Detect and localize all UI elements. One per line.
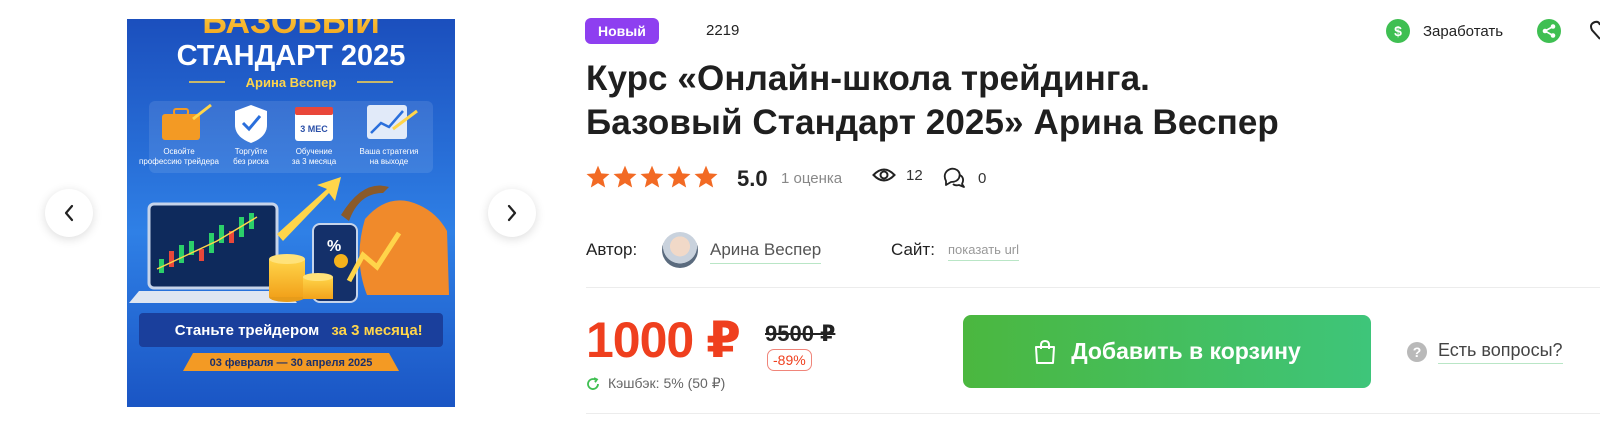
old-price: 9500 ₽ — [765, 321, 836, 346]
rating-count[interactable]: 1 оценка — [781, 170, 842, 187]
svg-text:Ваша стратегия: Ваша стратегия — [359, 147, 418, 156]
add-to-cart-label: Добавить в корзину — [1071, 338, 1301, 364]
author-label: Автор: — [586, 240, 638, 259]
add-to-cart-button[interactable]: Добавить в корзину — [963, 315, 1371, 388]
current-price: 1000 ₽ — [586, 312, 741, 368]
star-icon — [667, 165, 691, 188]
divider-bottom — [586, 413, 1600, 414]
site-label: Сайт: — [891, 240, 935, 259]
course-cover-image[interactable]: БАЗОВЫЙ СТАНДАРТ 2025 Арина Веспер 3 МЕС — [127, 19, 455, 407]
author-link[interactable]: Арина Веспер — [710, 240, 822, 264]
views-count: 12 — [906, 166, 923, 184]
svg-text:%: % — [327, 238, 341, 255]
star-icon — [694, 165, 718, 188]
questions-label: Есть вопросы? — [1438, 340, 1563, 364]
dollar-icon: $ — [1386, 19, 1410, 43]
cover-artwork: БАЗОВЫЙ СТАНДАРТ 2025 Арина Веспер 3 МЕС — [127, 19, 455, 407]
svg-text:3 МЕС: 3 МЕС — [300, 124, 328, 134]
discount-badge: -89% — [767, 349, 812, 371]
course-id: 2219 — [706, 22, 740, 39]
question-icon: ? — [1407, 342, 1427, 362]
views-counter: 12 — [872, 166, 923, 184]
star-icon — [586, 165, 610, 188]
svg-text:на выходе: на выходе — [370, 157, 409, 166]
svg-text:$: $ — [1394, 23, 1402, 39]
questions-link[interactable]: ? Есть вопросы? — [1407, 340, 1563, 364]
eye-icon — [872, 168, 896, 182]
gallery-next-button[interactable] — [488, 189, 536, 237]
product-gallery: БАЗОВЫЙ СТАНДАРТ 2025 Арина Веспер 3 МЕС — [0, 0, 560, 422]
calendar-icon: 3 МЕС — [295, 107, 333, 141]
svg-text:за 3 месяца: за 3 месяца — [292, 157, 337, 166]
comments-counter[interactable]: 0 — [942, 166, 986, 190]
refresh-icon — [587, 376, 599, 390]
divider — [586, 287, 1600, 288]
cover-banner-highlight: за 3 месяца! — [331, 322, 422, 339]
cover-banner-text: Станьте трейдером — [175, 322, 320, 339]
svg-text:профессию трейдера: профессию трейдера — [139, 157, 220, 166]
cover-headline-1: БАЗОВЫЙ — [202, 19, 379, 41]
cover-dates: 03 февраля — 30 апреля 2025 — [210, 357, 373, 369]
product-title: Курс «Онлайн-школа трейдинга. Базовый Ст… — [586, 57, 1486, 145]
svg-text:Торгуйте: Торгуйте — [235, 147, 268, 156]
shopping-bag-icon — [1035, 339, 1056, 364]
cashback-info: Кэшбэк: 5% (50 ₽) — [586, 375, 725, 392]
share-icon — [1537, 19, 1561, 43]
favorite-button[interactable] — [1590, 20, 1600, 47]
new-badge: Новый — [585, 18, 659, 44]
heart-icon — [1590, 20, 1600, 40]
rating-stars[interactable] — [585, 164, 719, 190]
gallery-prev-button[interactable] — [45, 189, 93, 237]
author-avatar[interactable] — [662, 232, 698, 268]
svg-text:Обучение: Обучение — [296, 147, 333, 156]
chevron-right-icon — [507, 204, 517, 222]
rating-value: 5.0 — [737, 166, 768, 191]
star-icon — [640, 165, 664, 188]
show-url-link[interactable]: показать url — [948, 242, 1020, 261]
title-line-1: Курс «Онлайн-школа трейдинга. — [586, 59, 1150, 98]
svg-text:без риска: без риска — [233, 157, 269, 166]
chevron-left-icon — [64, 204, 74, 222]
cover-author: Арина Веспер — [246, 75, 337, 90]
comments-count: 0 — [978, 169, 987, 187]
comments-icon — [943, 167, 965, 188]
earn-label: Заработать — [1423, 22, 1504, 40]
share-button[interactable] — [1537, 19, 1561, 48]
earn-button[interactable]: $ Заработать — [1386, 19, 1503, 43]
title-line-2: Базовый Стандарт 2025» Арина Веспер — [586, 103, 1279, 142]
cover-headline-2: СТАНДАРТ 2025 — [177, 40, 406, 72]
cashback-text: Кэшбэк: 5% (50 ₽) — [608, 375, 726, 391]
star-icon — [613, 165, 637, 188]
svg-text:Освойте: Освойте — [163, 147, 195, 156]
